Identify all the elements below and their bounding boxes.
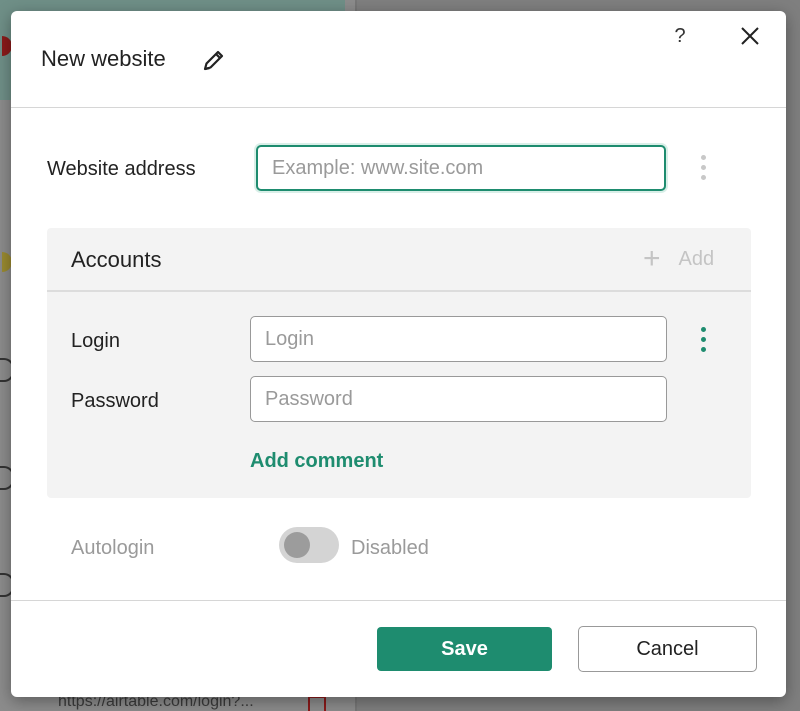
close-icon[interactable] — [739, 25, 761, 47]
new-website-dialog: New website ? Website address Accounts +… — [11, 11, 786, 697]
account-more-icon[interactable] — [697, 327, 709, 355]
cancel-button[interactable]: Cancel — [578, 626, 757, 672]
pencil-icon[interactable] — [201, 47, 227, 73]
save-button[interactable]: Save — [377, 627, 552, 671]
background-item-icon — [308, 696, 326, 711]
plus-icon: + — [643, 242, 661, 275]
accounts-section: Accounts + Add Login Password Add commen… — [47, 228, 751, 498]
password-label: Password — [71, 390, 159, 412]
login-input[interactable] — [250, 316, 667, 362]
website-address-input[interactable] — [256, 145, 666, 191]
add-account-label: Add — [678, 247, 715, 270]
help-button[interactable]: ? — [668, 23, 692, 49]
dialog-title: New website — [41, 46, 166, 71]
accounts-title: Accounts — [71, 247, 162, 272]
dialog-header: New website ? — [11, 11, 786, 108]
toggle-knob — [284, 532, 310, 558]
login-label: Login — [71, 330, 120, 352]
autologin-label: Autologin — [71, 537, 155, 559]
autologin-toggle[interactable] — [279, 527, 339, 563]
autologin-state: Disabled — [351, 537, 429, 559]
website-address-label: Website address — [47, 158, 196, 180]
accounts-header: Accounts + Add — [47, 228, 751, 292]
website-more-icon[interactable] — [697, 155, 709, 183]
password-input[interactable] — [250, 376, 667, 422]
add-comment-link[interactable]: Add comment — [250, 450, 383, 473]
add-account-button[interactable]: + Add — [643, 244, 714, 274]
